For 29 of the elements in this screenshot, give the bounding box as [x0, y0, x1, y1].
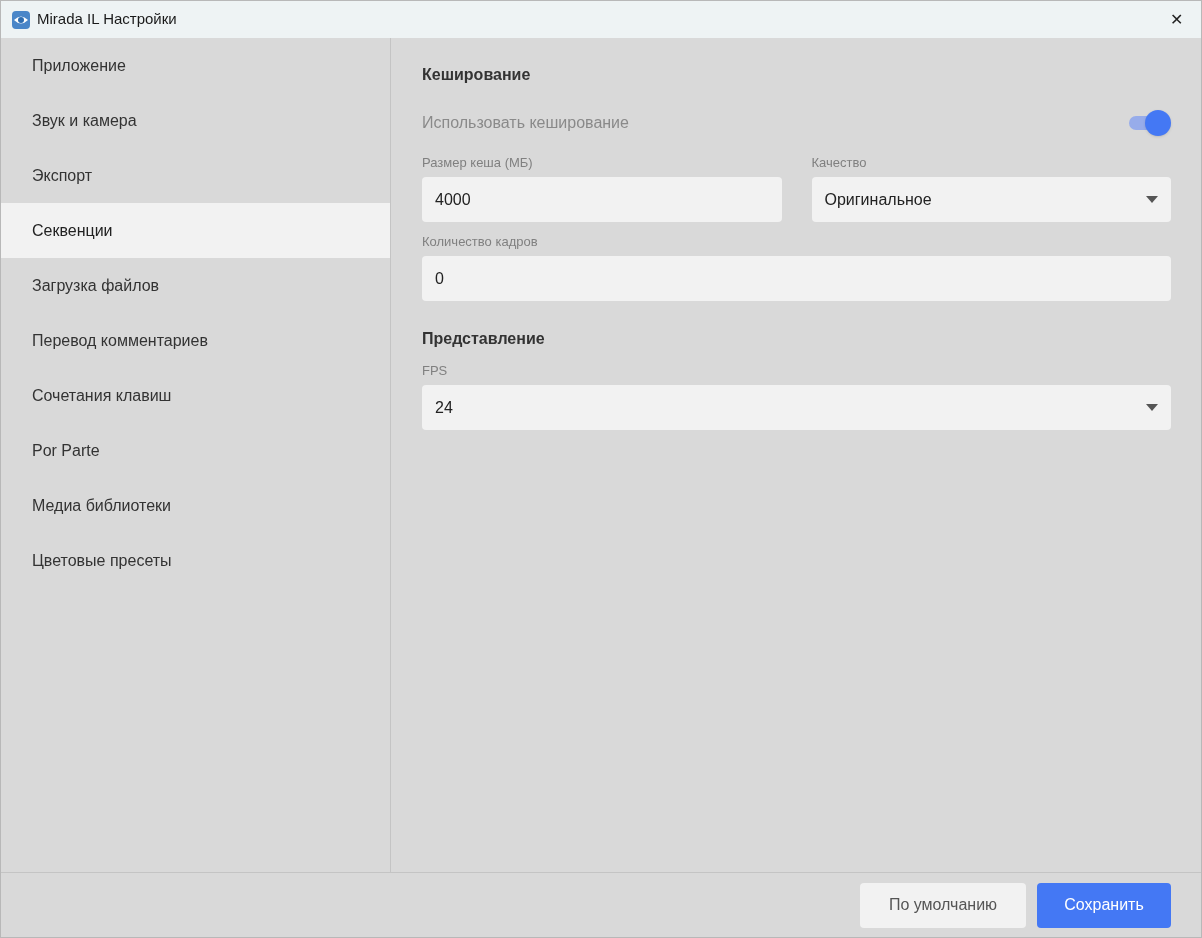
window-title: Mirada IL Настройки [37, 9, 177, 30]
caret-icon [1146, 196, 1158, 203]
section-heading: Кеширование [422, 65, 532, 85]
save-button[interactable]: Сохранить [1037, 882, 1171, 928]
sidebar-item[interactable]: Перевод комментариев [1, 313, 390, 368]
field-label: FPS [422, 363, 449, 379]
field-label: Размер кеша (МБ) [422, 155, 534, 171]
input-field[interactable]: 4000 [422, 177, 782, 222]
toggle-switch[interactable] [1129, 110, 1171, 136]
sidebar-item[interactable]: Загрузка файлов [1, 258, 390, 313]
toggle-label: Использовать кеширование [422, 113, 629, 133]
sidebar-item[interactable]: Экспорт [1, 148, 390, 203]
sidebar-item[interactable]: Звук и камера [1, 93, 390, 148]
sidebar-item[interactable]: Приложение [1, 38, 390, 93]
dropdown[interactable]: Оригинальное [811, 177, 1171, 222]
default-button[interactable]: По умолчанию [860, 882, 1026, 928]
caret-icon [1146, 404, 1158, 411]
dropdown[interactable]: 24 [422, 385, 1171, 430]
sidebar-item[interactable]: Цветовые пресеты [1, 533, 390, 588]
sidebar-item[interactable]: Медиа библиотеки [1, 478, 390, 533]
app-eye-icon [11, 9, 31, 30]
field-label: Качество [811, 155, 868, 171]
close-button[interactable]: ✕ [1161, 4, 1191, 35]
sidebar-item[interactable]: Секвенции [1, 203, 390, 258]
sidebar-item[interactable]: Por Parte [1, 423, 390, 478]
field-label: Количество кадров [422, 234, 539, 250]
input-field[interactable]: 0 [422, 256, 1171, 301]
sidebar-item[interactable]: Сочетания клавиш [1, 368, 390, 423]
section-heading: Представление [422, 329, 546, 349]
